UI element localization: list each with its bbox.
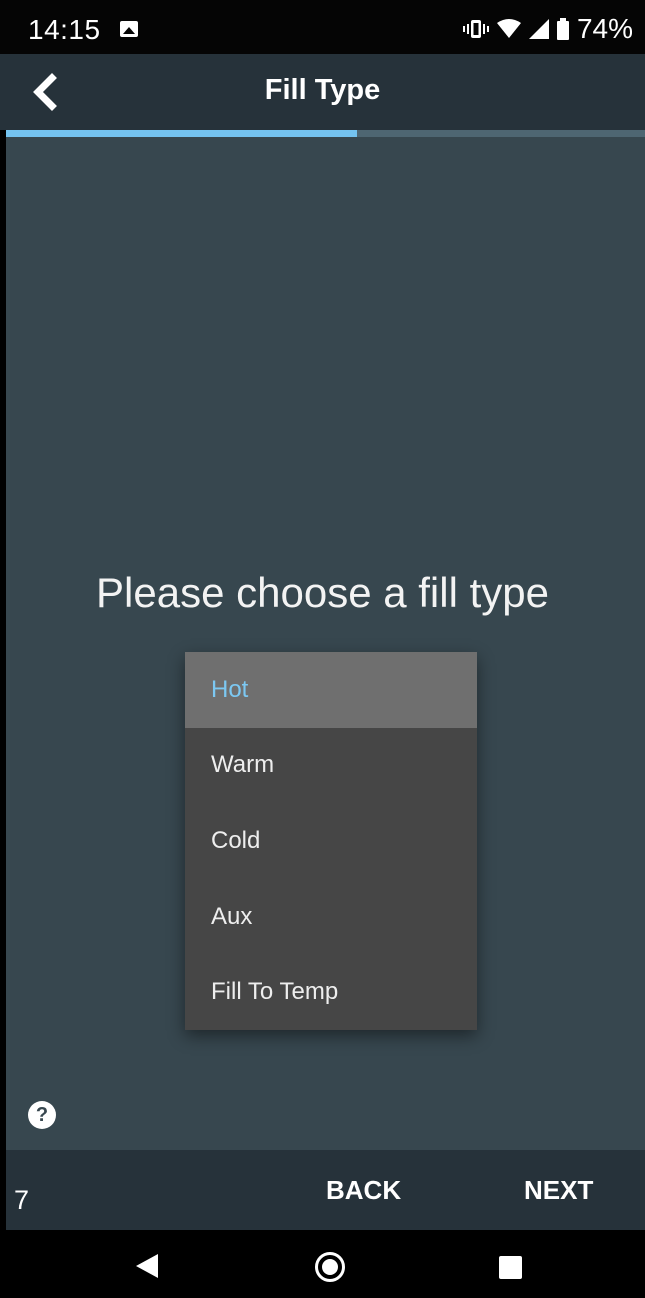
dropdown-option[interactable]: Fill To Temp [185,954,477,1030]
vibrate-icon [462,20,489,38]
progress-bar [6,130,645,137]
back-button[interactable]: BACK [326,1175,401,1206]
help-icon[interactable]: ? [28,1101,56,1129]
dropdown-option[interactable]: Aux [185,879,477,955]
battery-icon [556,18,569,40]
status-bar: 14:15 74% [0,0,645,54]
next-button[interactable]: NEXT [524,1175,593,1206]
step-number: 7 [14,1185,30,1215]
dropdown-option[interactable]: Cold [185,803,477,879]
fill-type-dropdown[interactable]: Hot Warm Cold Aux Fill To Temp [185,652,477,1030]
signal-icon [528,19,549,39]
nav-home-icon[interactable] [315,1252,345,1282]
nav-back-icon[interactable] [136,1254,158,1278]
nav-recent-icon[interactable] [499,1256,522,1279]
battery-percent: 74% [576,13,633,44]
photo-icon [120,21,138,37]
progress-fill [6,130,358,137]
app-bar: Fill Type [0,54,645,130]
dropdown-option[interactable]: Warm [185,728,477,804]
status-icons: 74% [462,13,633,44]
wifi-icon [496,19,521,38]
status-time: 14:15 [28,14,101,45]
prompt-text: Please choose a fill type [96,569,549,616]
page-title: Fill Type [264,74,381,106]
dropdown-option[interactable]: Hot [185,652,477,728]
